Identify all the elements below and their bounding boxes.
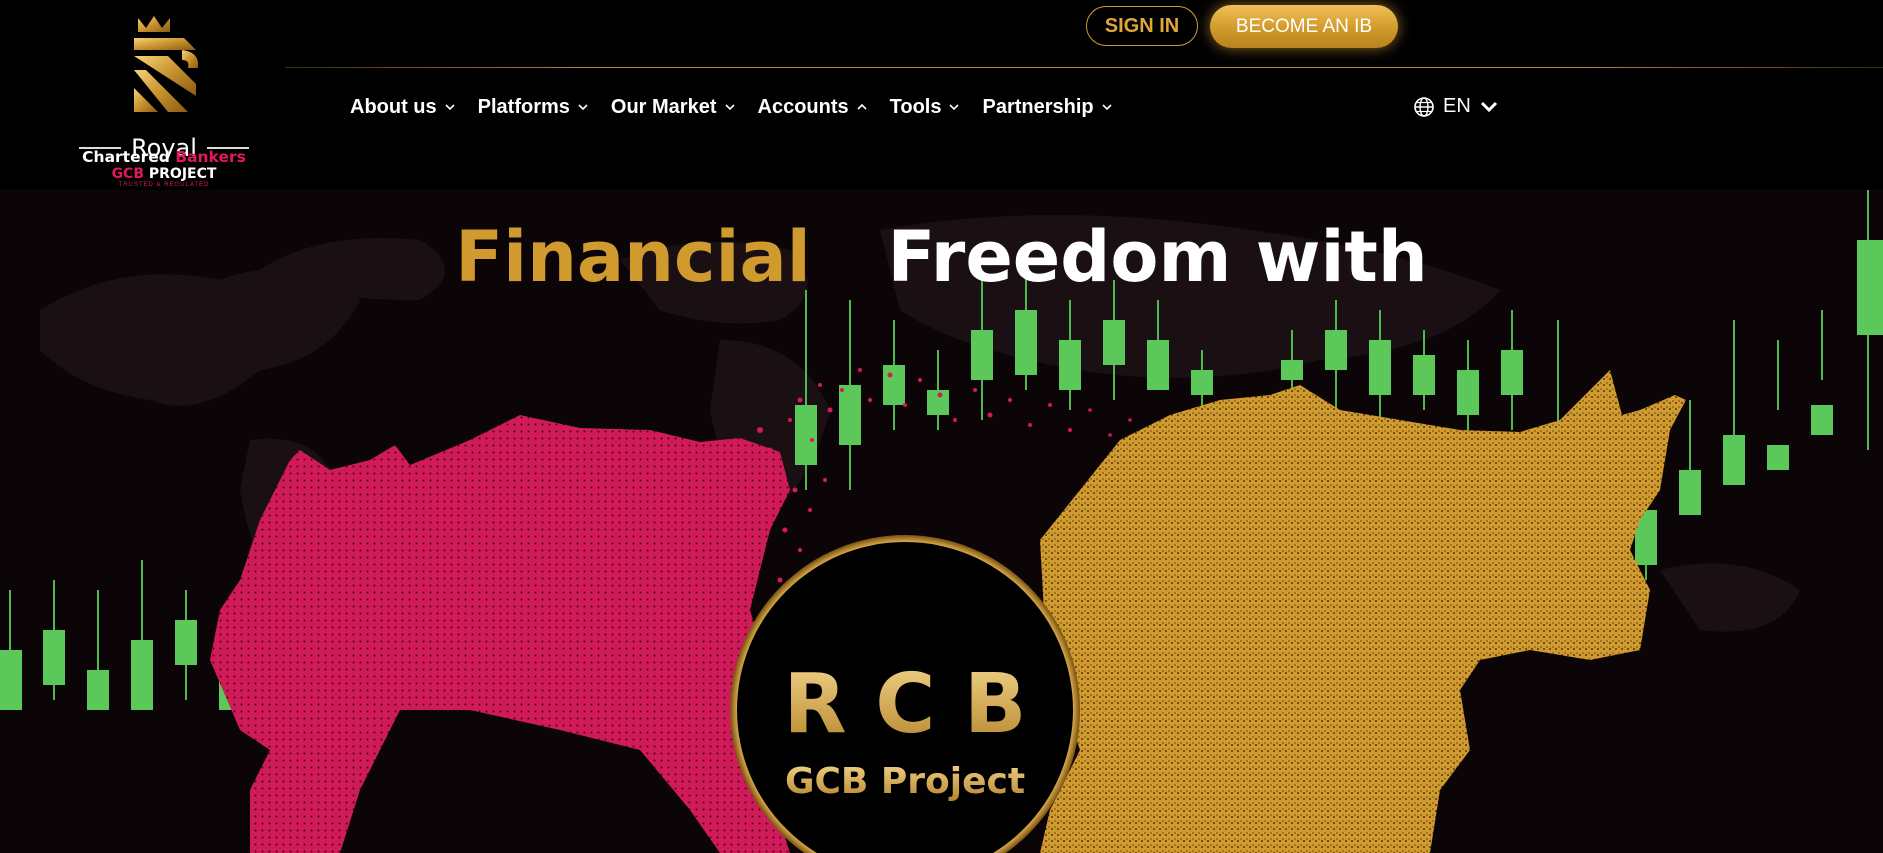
badge-sub-text: GCB Project	[785, 761, 1025, 802]
logo-bankers-text: Bankers	[175, 148, 246, 166]
nav-label: Tools	[889, 95, 942, 118]
nav-item-accounts[interactable]: Accounts	[758, 96, 868, 119]
bear-silhouette	[210, 415, 790, 853]
nav-label: Platforms	[477, 95, 570, 118]
nav-label: Our Market	[610, 95, 717, 118]
chevron-down-icon	[724, 104, 735, 111]
chevron-up-icon	[857, 103, 867, 110]
become-ib-button[interactable]: BECOME AN IB	[1210, 5, 1398, 48]
hero-title: Financial Freedom with	[0, 216, 1883, 298]
logo-chartered-bankers: Chartered Bankers	[76, 148, 252, 166]
crest-icon	[134, 16, 199, 112]
nav-item-partnership[interactable]: Partnership	[982, 96, 1112, 119]
nav-item-platforms[interactable]: Platforms	[478, 96, 589, 119]
brand-logo[interactable]: Royal Chartered Bankers GCB PROJECT TRUS…	[76, 14, 252, 192]
nav-label: Accounts	[757, 95, 849, 118]
logo-tagline: TRUSTED & REGULATED	[118, 182, 210, 188]
logo-gcb-project: GCB PROJECT	[76, 166, 252, 182]
chevron-down-icon	[1102, 104, 1112, 111]
badge-main-text: R C B	[784, 657, 1027, 752]
nav-label: Partnership	[982, 95, 1094, 118]
bull-silhouette	[1040, 370, 1686, 853]
hero-title-gold: Financial	[455, 216, 811, 298]
header-divider	[285, 67, 1883, 68]
language-selector[interactable]: EN	[1413, 95, 1499, 118]
sign-in-button[interactable]: SIGN IN	[1086, 6, 1198, 46]
chevron-down-icon	[949, 104, 960, 111]
nav-label: About us	[350, 95, 437, 118]
nav-item-our-market[interactable]: Our Market	[611, 96, 736, 119]
chevron-down-icon	[1480, 101, 1497, 112]
hero-title-white: Freedom with	[887, 216, 1428, 298]
nav-item-tools[interactable]: Tools	[890, 96, 961, 119]
logo-chartered-text: Chartered	[82, 148, 170, 166]
logo-gcb-text: GCB	[111, 166, 144, 182]
nav-item-about-us[interactable]: About us	[350, 96, 456, 119]
main-nav: About us Platforms Our Market Accounts T…	[350, 92, 1135, 122]
hero-banner: R C B GCB Project Financial Freedom with	[0, 190, 1883, 853]
chevron-down-icon	[578, 104, 588, 111]
chevron-down-icon	[445, 104, 455, 111]
logo-project-text: PROJECT	[148, 166, 217, 182]
globe-icon	[1414, 96, 1434, 117]
language-label: EN	[1443, 95, 1471, 117]
site-header: Royal Chartered Bankers GCB PROJECT TRUS…	[0, 0, 1883, 190]
